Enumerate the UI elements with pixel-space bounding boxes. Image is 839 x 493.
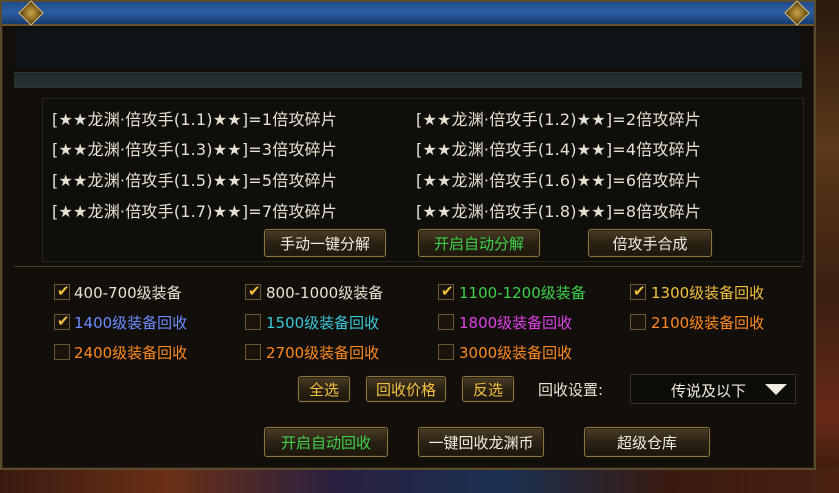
recycle-option-label: 2100级装备回收 [651,314,765,332]
recycle-setting-dropdown[interactable]: 传说及以下 [630,374,796,404]
recycle-checkbox[interactable] [438,344,454,360]
fragment-line: [★★龙渊·倍攻手(1.1)★★]=1倍攻碎片 [52,110,338,129]
manual-decompose-button[interactable]: 手动一键分解 [264,229,386,257]
fragment-line: [★★龙渊·倍攻手(1.4)★★]=4倍攻碎片 [416,140,702,159]
select-all-button[interactable]: 全选 [298,376,350,402]
recycle-checkbox[interactable]: ✔ [630,282,646,300]
recycle-checkbox[interactable]: ✔ [54,312,70,330]
section-divider [14,266,802,267]
checkmark-icon: ✔ [57,312,70,330]
fragment-line: [★★龙渊·倍攻手(1.8)★★]=8倍攻碎片 [416,202,702,221]
recycle-setting-label: 回收设置: [538,381,604,399]
fragment-line: [★★龙渊·倍攻手(1.2)★★]=2倍攻碎片 [416,110,702,129]
fragment-line: [★★龙渊·倍攻手(1.5)★★]=5倍攻碎片 [52,171,338,190]
chat-ticker [318,468,618,488]
recycle-option-label: 2700级装备回收 [266,344,380,362]
synthesize-button[interactable]: 倍攻手合成 [588,229,712,257]
auto-decompose-button[interactable]: 开启自动分解 [418,229,540,257]
checkmark-icon: ✔ [441,282,454,300]
recycle-checkbox[interactable]: ✔ [245,282,261,300]
dropdown-value: 传说及以下 [671,382,747,400]
recycle-checkbox[interactable] [245,314,261,330]
recycle-checkbox[interactable] [438,314,454,330]
recycle-option-label: 3000级装备回收 [459,344,573,362]
recycle-option-label: 800-1000级装备 [266,284,384,302]
header-strip [14,72,802,88]
fragment-line: [★★龙渊·倍攻手(1.6)★★]=6倍攻碎片 [416,171,702,190]
fragment-line: [★★龙渊·倍攻手(1.7)★★]=7倍攻碎片 [52,202,338,221]
one-click-recycle-button[interactable]: 一键回收龙渊币 [418,427,544,457]
recycle-option-label: 1800级装备回收 [459,314,573,332]
checkmark-icon: ✔ [57,282,70,300]
background-scene-right [815,0,839,493]
header-area [14,28,802,68]
recycle-option-label: 400-700级装备 [74,284,182,302]
corner-gem-icon [784,0,810,26]
recycle-checkbox[interactable] [630,314,646,330]
recycle-panel: [★★龙渊·倍攻手(1.1)★★]=1倍攻碎片 [★★龙渊·倍攻手(1.2)★★… [0,0,816,470]
recycle-option-label: 1500级装备回收 [266,314,380,332]
recycle-checkbox[interactable] [245,344,261,360]
fragment-line: [★★龙渊·倍攻手(1.3)★★]=3倍攻碎片 [52,140,338,159]
panel-title-bar [2,0,814,26]
triangle-down-icon [765,384,787,395]
recycle-checkbox[interactable] [54,344,70,360]
recycle-option-label: 2400级装备回收 [74,344,188,362]
recycle-checkbox[interactable]: ✔ [438,282,454,300]
corner-gem-icon [18,0,44,26]
recycle-price-button[interactable]: 回收价格 [366,376,446,402]
recycle-option-label: 1300级装备回收 [651,284,765,302]
super-warehouse-button[interactable]: 超级仓库 [584,427,710,457]
recycle-option-label: 1100-1200级装备 [459,284,586,302]
checkmark-icon: ✔ [248,282,261,300]
recycle-checkbox[interactable]: ✔ [54,282,70,300]
invert-selection-button[interactable]: 反选 [462,376,514,402]
recycle-option-label: 1400级装备回收 [74,314,188,332]
checkmark-icon: ✔ [633,282,646,300]
auto-recycle-button[interactable]: 开启自动回收 [264,427,388,457]
